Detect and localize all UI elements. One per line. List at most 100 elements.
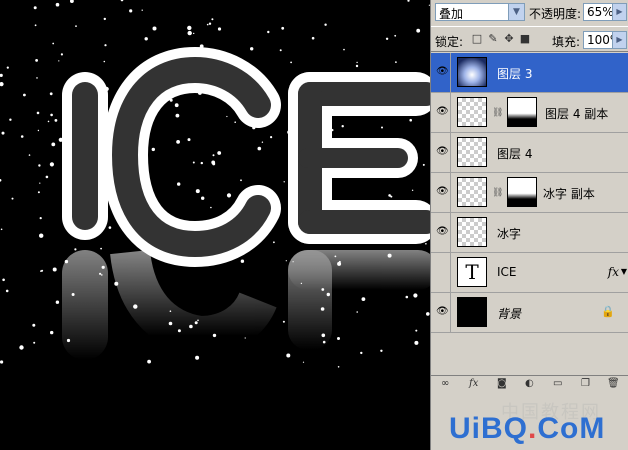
star: [51, 142, 56, 147]
star: [240, 259, 245, 263]
star: [380, 349, 383, 352]
star: [416, 28, 421, 33]
star: [176, 140, 181, 144]
star: [152, 26, 157, 31]
canvas[interactable]: [0, 0, 430, 450]
visibility-toggle[interactable]: [431, 253, 451, 292]
adjustment-icon[interactable]: ◐: [525, 378, 534, 390]
star: [302, 361, 305, 363]
eye-icon: 👁: [436, 66, 449, 77]
star: [355, 64, 359, 68]
star: [104, 44, 107, 47]
star: [50, 330, 54, 335]
star: [414, 340, 419, 345]
lock-move-icon[interactable]: ✥: [503, 33, 515, 45]
fx-icon[interactable]: fx: [608, 265, 619, 279]
new-layer-icon[interactable]: ❐: [581, 378, 590, 390]
star: [240, 179, 242, 182]
star: [394, 34, 397, 37]
lock-all-icon[interactable]: ■: [519, 33, 531, 45]
layer-row[interactable]: T ICE fx ▼: [431, 253, 628, 293]
lock-icon: 🔒: [601, 305, 615, 318]
star: [226, 115, 228, 118]
fill-input[interactable]: 100% ▶: [583, 31, 627, 49]
star: [175, 113, 180, 118]
star: [6, 66, 9, 69]
eye-icon: 👁: [436, 186, 449, 197]
visibility-toggle[interactable]: 👁: [431, 173, 451, 212]
blend-mode-select[interactable]: 叠加 ▼: [435, 3, 525, 21]
star: [37, 191, 40, 194]
star: [343, 48, 345, 51]
star: [9, 118, 12, 121]
opacity-input[interactable]: 65% ▶: [583, 3, 627, 21]
star: [39, 182, 41, 184]
mask-icon[interactable]: ◙: [497, 378, 507, 390]
ice-letter-i: [62, 72, 108, 240]
layer-row[interactable]: 👁 图层 3: [431, 53, 628, 93]
watermark-en-part2: CoM: [537, 412, 606, 445]
visibility-toggle[interactable]: 👁: [431, 133, 451, 172]
star: [360, 351, 363, 355]
star: [286, 353, 291, 358]
star: [0, 179, 2, 182]
star: [187, 25, 192, 31]
ice-letter-c: [101, 46, 281, 268]
fx-icon[interactable]: fx: [469, 378, 478, 390]
layer-row[interactable]: 👁 ⛓ 冰字 副本: [431, 173, 628, 213]
folder-icon[interactable]: ▭: [553, 378, 562, 390]
star: [33, 6, 37, 10]
star: [324, 23, 327, 26]
star: [270, 136, 273, 139]
eye-icon: 👁: [436, 306, 449, 317]
star: [361, 297, 366, 301]
star: [5, 289, 9, 293]
link-icon[interactable]: ∞: [441, 378, 449, 390]
visibility-toggle[interactable]: 👁: [431, 93, 451, 132]
layer-thumbnail: [457, 297, 487, 327]
layer-row[interactable]: 👁 冰字: [431, 213, 628, 253]
layer-row[interactable]: 👁 图层 4: [431, 133, 628, 173]
star: [212, 162, 216, 166]
star: [1, 131, 5, 135]
star: [212, 154, 215, 157]
star: [200, 161, 203, 165]
star: [35, 59, 38, 62]
layer-row[interactable]: 👁 背景 🔒: [431, 293, 628, 333]
lock-brush-icon[interactable]: ✎: [487, 33, 499, 45]
expand-effects-icon[interactable]: ▼: [621, 267, 627, 276]
star: [0, 73, 3, 77]
star: [211, 18, 214, 21]
star: [100, 247, 102, 250]
watermark: 中国教程网 UiBQ.CoM: [431, 392, 628, 450]
layer-name: 图层 4 副本: [545, 107, 609, 121]
star: [37, 129, 40, 132]
ice-reflection: [62, 249, 430, 360]
star: [279, 49, 282, 52]
star: [356, 311, 359, 313]
star: [405, 295, 409, 299]
visibility-toggle[interactable]: 👁: [431, 53, 451, 92]
layer-thumbnail: [457, 137, 487, 167]
star: [45, 175, 49, 179]
visibility-toggle[interactable]: 👁: [431, 213, 451, 252]
star: [217, 27, 222, 31]
star: [49, 92, 53, 96]
star: [193, 32, 195, 35]
chain-link-icon[interactable]: ⛓: [492, 187, 503, 199]
star: [19, 345, 24, 350]
trash-icon[interactable]: 🗑: [607, 378, 620, 390]
layer-thumbnail: [457, 177, 487, 207]
star: [41, 269, 44, 272]
chain-link-icon[interactable]: ⛓: [492, 107, 503, 119]
layer-row[interactable]: 👁 ⛓ 图层 4 副本: [431, 93, 628, 133]
star: [187, 138, 191, 142]
layer-name: 冰字: [497, 227, 522, 241]
star: [192, 161, 195, 164]
visibility-toggle[interactable]: 👁: [431, 293, 451, 332]
star: [38, 164, 41, 167]
fill-arrow-icon[interactable]: ▶: [612, 32, 626, 48]
opacity-arrow-icon[interactable]: ▶: [612, 4, 626, 20]
lock-transparency-icon[interactable]: □: [471, 33, 483, 45]
layers-list: 👁 图层 3 👁 ⛓ 图层 4 副本 👁 图层 4 👁 ⛓ 冰字 副本 👁 冰字: [431, 53, 628, 375]
